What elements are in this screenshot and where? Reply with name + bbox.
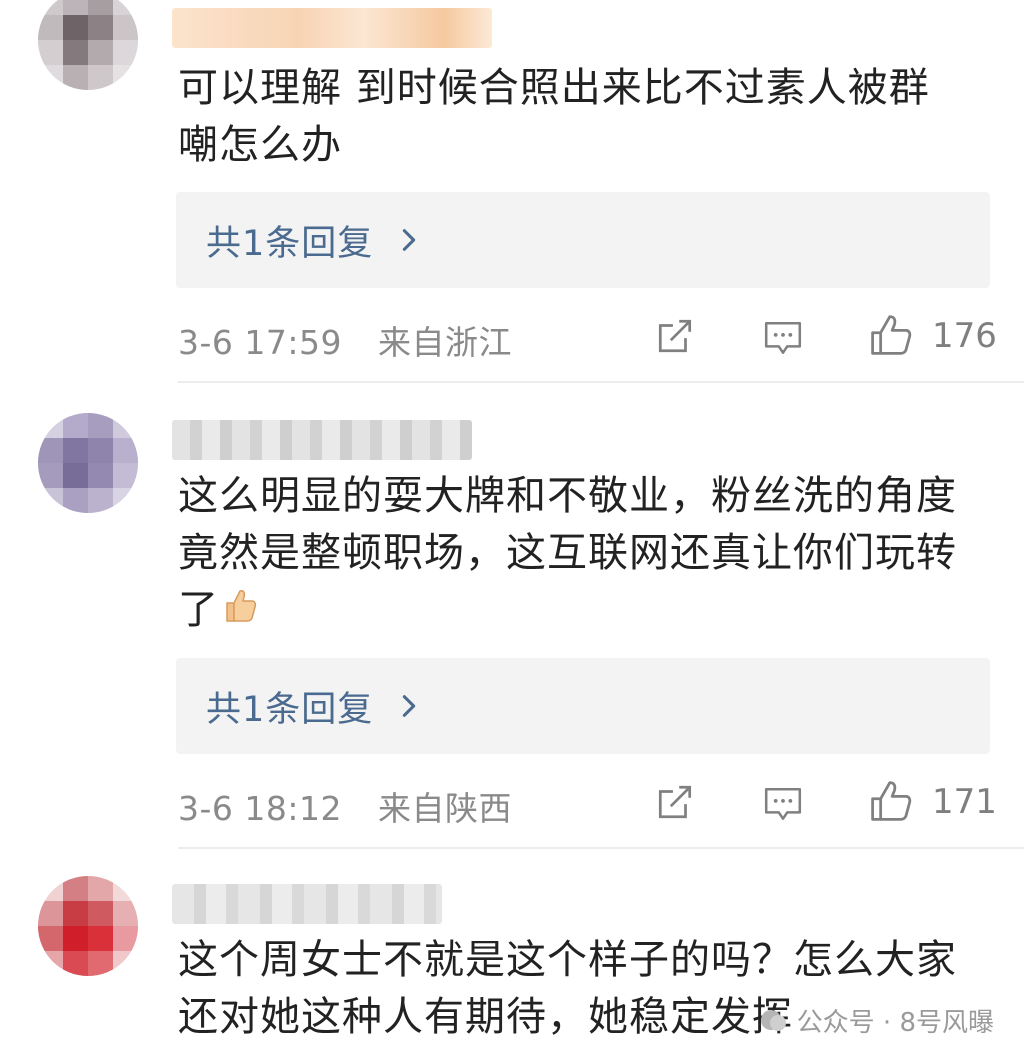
avatar[interactable] [38, 413, 138, 513]
comment-location: 来自陕西 [378, 789, 512, 828]
avatar[interactable] [38, 0, 138, 90]
thumbs-up-emoji-icon [226, 590, 257, 622]
username-blurred[interactable] [172, 420, 472, 460]
comment-text: 这么明显的耍大牌和不敬业，粉丝洗的角度 竟然是整顿职场，这互联网还真让你们玩转 … [178, 468, 998, 639]
comment-time: 3-6 18:12 [178, 789, 342, 828]
thumbs-up-icon[interactable] [868, 312, 914, 358]
username-blurred[interactable] [172, 884, 442, 924]
comment-feed: 可以理解 到时候合照出来比不过素人被群 嘲怎么办 共1条回复 3-6 17:59… [0, 0, 1024, 1060]
like-count: 171 [932, 782, 997, 822]
chevron-right-icon [403, 229, 416, 251]
watermark: 公众号 · 8号风曝 [759, 1002, 994, 1039]
divider [178, 381, 1024, 383]
avatar[interactable] [38, 876, 138, 976]
comment-meta: 3-6 18:12 来自陕西 [178, 782, 512, 830]
comment-text: 可以理解 到时候合照出来比不过素人被群 嘲怎么办 [178, 65, 930, 168]
chevron-right-icon [403, 695, 416, 717]
comment-location: 来自浙江 [378, 323, 512, 362]
thumbs-up-icon[interactable] [868, 778, 914, 824]
reply-expander[interactable]: 共1条回复 [176, 658, 990, 754]
divider [178, 847, 1024, 849]
wechat-logo-icon [760, 1009, 786, 1031]
like-count: 176 [932, 316, 997, 356]
comment-icon[interactable] [762, 317, 804, 359]
comment-time: 3-6 17:59 [178, 323, 342, 362]
reply-expander[interactable]: 共1条回复 [176, 192, 990, 288]
username-blurred[interactable] [172, 8, 492, 48]
share-icon[interactable] [654, 781, 696, 823]
reply-count-label: 共1条回复 [206, 223, 374, 264]
comment-text-content: 这么明显的耍大牌和不敬业，粉丝洗的角度 竟然是整顿职场，这互联网还真让你们玩转 … [178, 473, 957, 633]
share-icon[interactable] [654, 315, 696, 357]
watermark-text: 公众号 · 8号风曝 [796, 1008, 994, 1038]
reply-count-label: 共1条回复 [206, 689, 374, 730]
comment-meta: 3-6 17:59 来自浙江 [178, 316, 512, 364]
comment-icon[interactable] [762, 783, 804, 825]
